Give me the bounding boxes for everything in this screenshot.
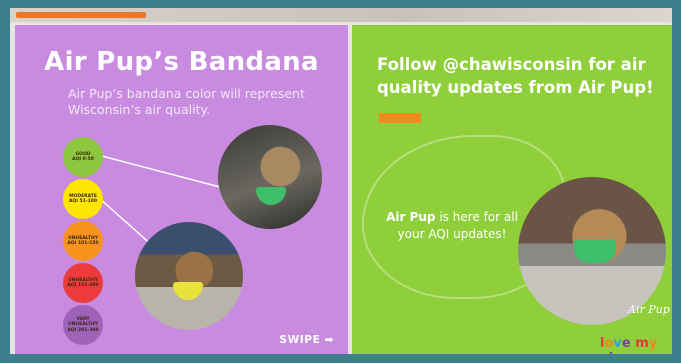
orange-accent-bar xyxy=(379,113,421,123)
love-my-air-logo: love my air xyxy=(600,336,658,354)
swipe-label: SWIPE ➡ xyxy=(279,334,334,346)
aqi-dot-unhealthy: UNHEALTHY AQI 151-200 xyxy=(63,263,103,303)
progress-accent-bar xyxy=(16,12,146,18)
aqi-dot-unhealthy-line2: AQI 151-200 xyxy=(67,283,99,288)
dog-photo-green-bandana xyxy=(218,125,322,229)
green-bandana-graphic xyxy=(256,187,286,205)
right-title: Follow @chawisconsin for air quality upd… xyxy=(377,55,654,97)
aqi-dot-very-unhealthy-line2: AQI 201-300 xyxy=(67,327,99,333)
aqi-dot-moderate-line2: AQI 51-100 xyxy=(68,199,98,204)
aqi-dot-very-unhealthy-line1: VERY UNHEALTHY xyxy=(68,316,98,328)
image-frame: Air Pup’s Bandana Air Pup’s bandana colo… xyxy=(10,8,672,354)
yellow-bandana-graphic xyxy=(173,282,203,300)
right-caption: Air Pup is here for all your AQI updates… xyxy=(382,209,522,243)
aqi-dot-moderate: MODERATE AQI 51-100 xyxy=(63,179,103,219)
aqi-dot-very-unhealthy: VERY UNHEALTHY AQI 201-300 xyxy=(63,305,103,345)
air-pup-signature: Air Pup xyxy=(628,303,670,316)
left-slide-panel: Air Pup’s Bandana Air Pup’s bandana colo… xyxy=(15,25,348,354)
right-caption-bold: Air Pup xyxy=(386,210,436,224)
green-bandana-graphic-right xyxy=(574,239,616,263)
aqi-dot-unhealthy-sensitive: UNHEALTHY AQI 101-150 xyxy=(63,221,103,261)
aqi-dot-good-line2: AQI 0-50 xyxy=(72,157,94,162)
aqi-dot-unhealthy-sensitive-line2: AQI 101-150 xyxy=(67,241,99,246)
right-slide-panel: Follow @chawisconsin for air quality upd… xyxy=(352,25,672,354)
dog-photo-yellow-bandana xyxy=(135,222,243,330)
aqi-dot-good: GOOD AQI 0-50 xyxy=(63,137,103,177)
